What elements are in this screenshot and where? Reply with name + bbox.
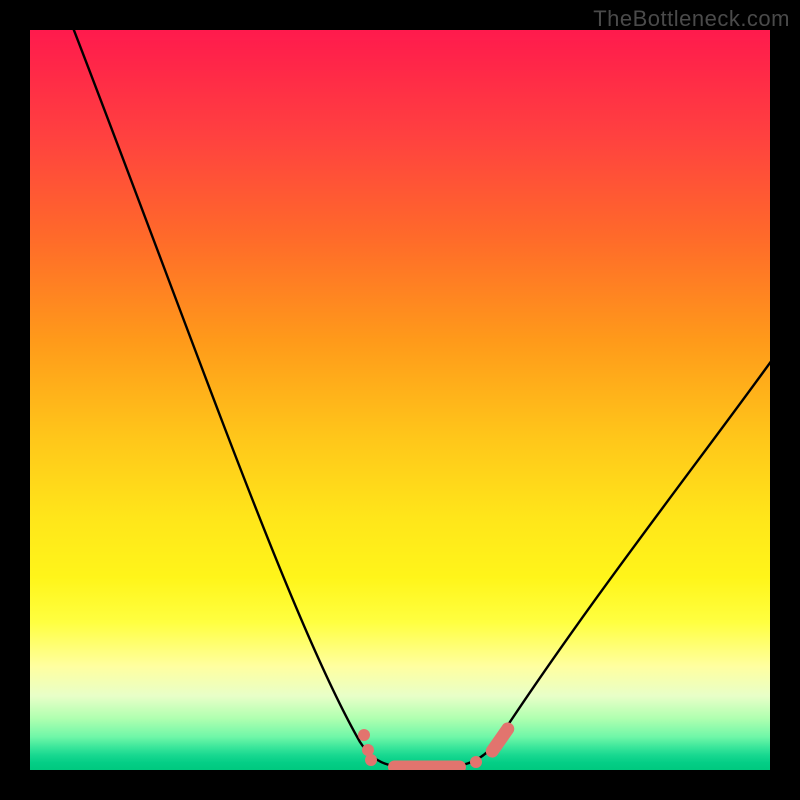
marker-dot: [470, 756, 482, 768]
marker-dot: [365, 754, 377, 766]
chart-frame: TheBottleneck.com: [0, 0, 800, 800]
marker-capsule: [483, 720, 517, 760]
curve-layer: [30, 30, 770, 770]
bottleneck-curve: [70, 30, 770, 768]
marker-capsule: [388, 761, 466, 771]
marker-dot: [358, 729, 370, 741]
plot-area: [30, 30, 770, 770]
watermark-text: TheBottleneck.com: [593, 6, 790, 32]
